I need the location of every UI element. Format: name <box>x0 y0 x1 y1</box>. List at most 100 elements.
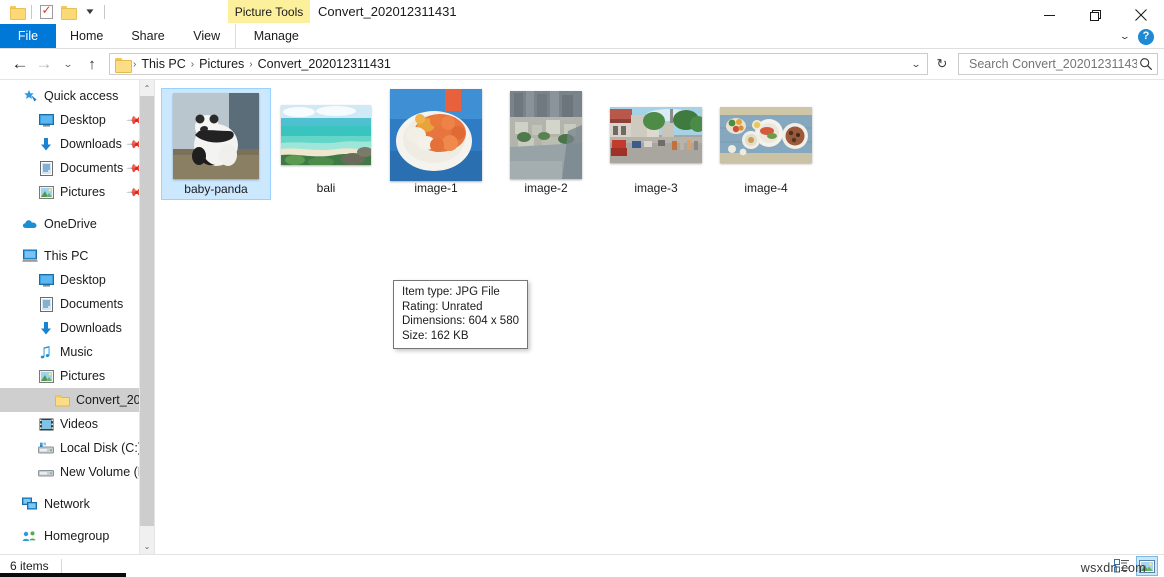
sidebar-item-videos[interactable]: Videos <box>0 412 154 436</box>
sidebar-item-label: Downloads <box>60 137 122 151</box>
sidebar-item-documents-pc[interactable]: Documents <box>0 292 154 316</box>
search-icon[interactable] <box>1139 57 1153 71</box>
thumbnail-city-aerial-image <box>510 91 582 179</box>
thumbnail-container <box>718 90 814 180</box>
sidebar-item-label: Pictures <box>60 185 105 199</box>
quick-access-toolbar: ▼ <box>0 0 108 24</box>
breadcrumb-item-pictures[interactable]: Pictures <box>195 57 248 71</box>
tab-file[interactable]: File <box>0 24 56 48</box>
thumbnail-beach-image <box>281 105 371 165</box>
sidebar-item-network[interactable]: Network <box>0 492 154 516</box>
sidebar-item-pictures-qa[interactable]: Pictures 📌 <box>0 180 154 204</box>
file-explorer-window: ▼ Picture Tools Convert_202012311431 <box>0 0 1164 577</box>
thumbnail-container <box>608 90 704 180</box>
thumbnail-table-food-image <box>720 107 812 163</box>
file-item-image-1[interactable]: image-1 <box>381 88 491 200</box>
sidebar-item-label: Downloads <box>60 321 122 335</box>
sidebar-item-this-pc[interactable]: This PC <box>0 244 154 268</box>
large-icons-view-button[interactable] <box>1136 556 1158 576</box>
qat-folder-icon[interactable] <box>6 1 28 23</box>
explorer-body: Quick access Desktop 📌 <box>0 79 1164 554</box>
desktop-icon <box>38 272 54 288</box>
navigation-pane: Quick access Desktop 📌 <box>0 80 155 554</box>
tab-view[interactable]: View <box>179 24 235 48</box>
sidebar-item-music[interactable]: Music <box>0 340 154 364</box>
file-label: image-4 <box>744 181 787 195</box>
sidebar-item-downloads-pc[interactable]: Downloads <box>0 316 154 340</box>
sidebar-item-label: Documents <box>60 297 123 311</box>
search-box[interactable] <box>958 53 1158 75</box>
expand-ribbon-chevron-down-icon[interactable]: ⌄ <box>1119 31 1131 42</box>
this-pc-icon <box>22 248 38 264</box>
file-item-image-2[interactable]: image-2 <box>491 88 601 200</box>
item-count-label: 6 items <box>10 559 49 573</box>
status-bar: 6 items <box>0 554 1164 577</box>
qat-new-folder-icon[interactable] <box>57 1 79 23</box>
refresh-button[interactable]: ↻ <box>930 53 954 75</box>
address-bar: ← → ⌄ ↑ › This PC › Pictures › Convert_2… <box>0 49 1164 79</box>
sidebar-item-downloads-qa[interactable]: Downloads 📌 <box>0 132 154 156</box>
ribbon-right-controls: ⌄ ? <box>1121 24 1160 49</box>
search-input[interactable] <box>967 56 1139 72</box>
sidebar-item-quick-access[interactable]: Quick access <box>0 84 154 108</box>
file-item-image-3[interactable]: image-3 <box>601 88 711 200</box>
sidebar-item-homegroup[interactable]: Homegroup <box>0 524 154 548</box>
scroll-up-arrow-icon[interactable]: ⌃ <box>140 80 154 96</box>
qat-properties-icon[interactable] <box>35 1 57 23</box>
sidebar-item-documents-qa[interactable]: Documents 📌 <box>0 156 154 180</box>
tab-share[interactable]: Share <box>117 24 178 48</box>
navigation-tree: Quick access Desktop 📌 <box>0 80 154 548</box>
file-item-baby-panda[interactable]: baby-panda <box>161 88 271 200</box>
sidebar-item-new-volume-e[interactable]: New Volume (E:) <box>0 460 154 484</box>
sidebar-item-label: This PC <box>44 249 88 263</box>
file-item-image-4[interactable]: image-4 <box>711 88 821 200</box>
sidebar-item-label: Network <box>44 497 90 511</box>
sidebar-item-pictures-pc[interactable]: Pictures <box>0 364 154 388</box>
help-icon[interactable]: ? <box>1138 29 1154 45</box>
restore-icon <box>1090 10 1101 21</box>
bottom-edge-decoration <box>0 573 126 577</box>
file-list-pane[interactable]: baby-panda <box>155 80 1164 554</box>
qat-chevron-glyph: ▼ <box>84 8 96 16</box>
details-view-button[interactable] <box>1111 556 1133 576</box>
recent-locations-chevron-down-icon[interactable]: ⌄ <box>51 52 85 76</box>
breadcrumb-item-this-pc[interactable]: This PC <box>137 57 189 71</box>
thumbnail-container <box>278 90 374 180</box>
scrollbar-thumb[interactable] <box>140 96 154 526</box>
back-button[interactable]: ← <box>8 52 32 76</box>
sidebar-item-desktop-pc[interactable]: Desktop <box>0 268 154 292</box>
videos-icon <box>38 416 54 432</box>
sidebar-item-label: Documents <box>60 161 123 175</box>
file-label: image-1 <box>414 181 457 195</box>
music-note-icon <box>38 344 54 360</box>
details-view-icon <box>1114 559 1130 573</box>
sidebar-item-local-disk-c[interactable]: Local Disk (C:) <box>0 436 154 460</box>
contextual-tab-group-label: Picture Tools <box>228 0 310 23</box>
window-title: Convert_202012311431 <box>318 0 457 24</box>
breadcrumb[interactable]: › This PC › Pictures › Convert_202012311… <box>109 53 928 75</box>
sidebar-item-convert-folder[interactable]: Convert_20201... <box>0 388 154 412</box>
scroll-down-arrow-icon[interactable]: ⌄ <box>140 538 154 554</box>
sidebar-item-label: Homegroup <box>44 529 109 543</box>
navigation-pane-scrollbar[interactable]: ⌃ ⌄ <box>139 80 154 554</box>
sidebar-item-desktop-qa[interactable]: Desktop 📌 <box>0 108 154 132</box>
ribbon-tab-bar: File Home Share View Manage ⌄ ? <box>0 24 1164 49</box>
onedrive-cloud-icon <box>22 216 38 232</box>
tab-home[interactable]: Home <box>56 24 117 48</box>
status-separator <box>61 559 62 573</box>
sidebar-item-label: Quick access <box>44 89 118 103</box>
qat-customize-chevron-down-icon[interactable]: ▼ <box>79 1 101 23</box>
tab-manage[interactable]: Manage <box>235 24 317 48</box>
breadcrumb-chevron-down-icon[interactable]: ⌄ <box>903 54 928 74</box>
homegroup-icon <box>22 528 38 544</box>
sidebar-group-gap <box>0 236 154 244</box>
pictures-icon <box>38 184 54 200</box>
sidebar-item-label: Pictures <box>60 369 105 383</box>
breadcrumb-item-current-folder[interactable]: Convert_202012311431 <box>254 57 395 71</box>
file-item-bali[interactable]: bali <box>271 88 381 200</box>
large-icons-view-icon <box>1139 560 1155 573</box>
thumbnail-food-plate-image <box>390 89 482 181</box>
sidebar-item-onedrive[interactable]: OneDrive <box>0 212 154 236</box>
file-label: bali <box>317 181 336 195</box>
tooltip-size: Size: 162 KB <box>402 329 519 344</box>
